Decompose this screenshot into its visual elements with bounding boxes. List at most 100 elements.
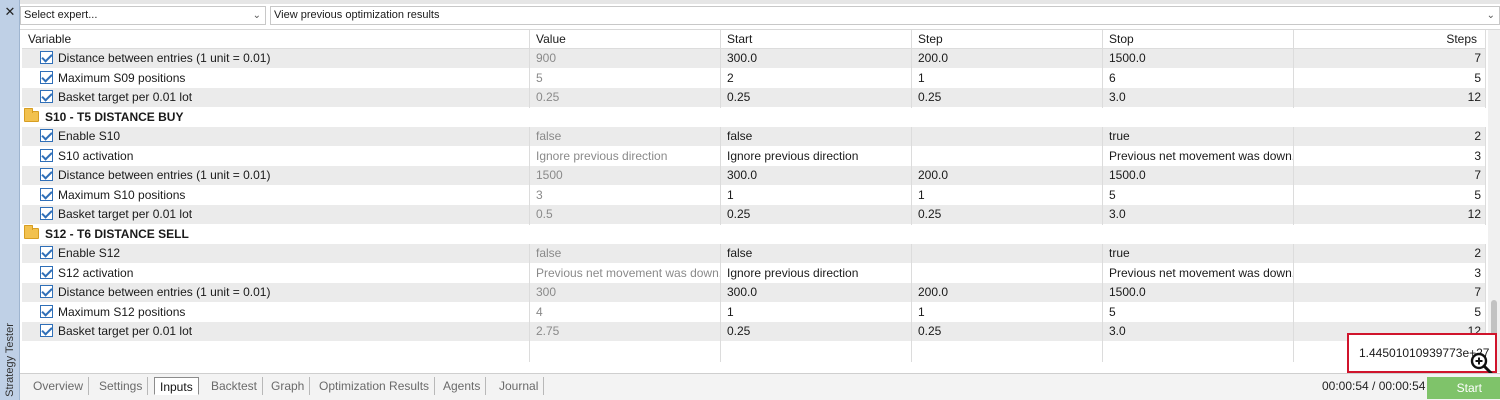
table-row[interactable]: Maximum S09 positions 5 2 1 6 5 (22, 68, 1486, 88)
table-row[interactable]: Distance between entries (1 unit = 0.01)… (22, 166, 1486, 186)
parameter-checkbox[interactable] (40, 187, 53, 201)
cell-start[interactable]: 300.0 (721, 166, 912, 186)
cell-steps[interactable]: 5 (1294, 68, 1486, 88)
parameter-checkbox[interactable] (40, 207, 53, 220)
cell-steps[interactable]: 7 (1294, 49, 1486, 69)
cell-value[interactable]: false (530, 244, 721, 264)
tab-backtest[interactable]: Backtest (206, 377, 264, 395)
cell-value[interactable]: 5 (530, 68, 721, 88)
cell-step[interactable]: 0.25 (912, 205, 1103, 225)
cell-steps[interactable]: 12 (1294, 205, 1486, 225)
table-row[interactable]: Maximum S10 positions 3 1 1 5 5 (22, 185, 1486, 205)
close-icon[interactable]: ✕ (3, 5, 17, 19)
cell-start[interactable]: 300.0 (721, 49, 912, 69)
cell-steps[interactable]: 7 (1294, 166, 1486, 186)
cell-stop[interactable]: 1500.0 (1103, 49, 1294, 69)
cell-start[interactable]: Ignore previous direction (721, 146, 912, 166)
cell-step[interactable]: 200.0 (912, 166, 1103, 186)
cell-step[interactable] (912, 146, 1103, 166)
table-row[interactable]: Distance between entries (1 unit = 0.01)… (22, 49, 1486, 69)
cell-start[interactable]: 2 (721, 68, 912, 88)
cell-stop[interactable]: 1500.0 (1103, 283, 1294, 303)
cell-step[interactable]: 1 (912, 302, 1103, 322)
cell-step[interactable]: 0.25 (912, 88, 1103, 108)
parameter-checkbox[interactable] (40, 168, 53, 181)
cell-stop[interactable]: 5 (1103, 185, 1294, 205)
table-row[interactable]: Maximum S12 positions 4 1 1 5 5 (22, 302, 1486, 322)
cell-value[interactable]: 300 (530, 283, 721, 303)
tab-journal[interactable]: Journal (494, 377, 545, 395)
cell-start[interactable]: 0.25 (721, 205, 912, 225)
cell-steps[interactable]: 7 (1294, 283, 1486, 303)
cell-start[interactable]: 0.25 (721, 322, 912, 342)
cell-stop[interactable]: 5 (1103, 302, 1294, 322)
tab-agents[interactable]: Agents (438, 377, 487, 395)
cell-value[interactable]: 2.75 (530, 322, 721, 342)
column-header-stop[interactable]: Stop (1103, 30, 1294, 49)
cell-steps[interactable]: 5 (1294, 185, 1486, 205)
column-header-value[interactable]: Value (530, 30, 721, 49)
parameter-checkbox[interactable] (40, 90, 53, 103)
cell-start[interactable]: false (721, 127, 912, 147)
cell-stop[interactable]: 3.0 (1103, 88, 1294, 108)
parameter-checkbox[interactable] (40, 304, 53, 318)
cell-stop[interactable]: true (1103, 127, 1294, 147)
table-row[interactable]: Basket target per 0.01 lot 0.5 0.25 0.25 3.0… (22, 205, 1486, 225)
previous-results-select[interactable]: View previous optimization results ⌄ (270, 6, 1500, 25)
tab-inputs[interactable]: Inputs (154, 377, 199, 395)
table-row[interactable]: Enable S12 false false true 2 (22, 244, 1486, 264)
zoom-in-icon[interactable] (1469, 351, 1493, 375)
column-header-start[interactable]: Start (721, 30, 912, 49)
cell-steps[interactable]: 3 (1294, 146, 1486, 166)
parameter-checkbox[interactable] (40, 148, 53, 162)
table-row[interactable]: Basket target per 0.01 lot 0.25 0.25 0.25 3.… (22, 88, 1486, 108)
cell-steps[interactable]: 5 (1294, 302, 1486, 322)
cell-value[interactable]: Previous net movement was down... (530, 263, 721, 283)
cell-steps[interactable]: 2 (1294, 127, 1486, 147)
parameter-group-row[interactable]: S12 - T6 DISTANCE SELL (22, 224, 1486, 244)
tab-optimization-results[interactable]: Optimization Results (314, 377, 436, 395)
cell-value[interactable]: 0.25 (530, 88, 721, 108)
cell-start[interactable]: 1 (721, 185, 912, 205)
cell-start[interactable]: Ignore previous direction (721, 263, 912, 283)
parameter-checkbox[interactable] (40, 246, 53, 259)
cell-stop[interactable]: 3.0 (1103, 205, 1294, 225)
cell-step[interactable] (912, 263, 1103, 283)
tab-settings[interactable]: Settings (94, 377, 149, 395)
cell-step[interactable]: 1 (912, 185, 1103, 205)
column-header-variable[interactable]: Variable (22, 30, 530, 49)
parameter-checkbox[interactable] (40, 285, 53, 298)
expert-select[interactable]: Select expert... ⌄ (20, 6, 266, 25)
cell-stop[interactable]: 3.0 (1103, 322, 1294, 342)
cell-start[interactable]: 300.0 (721, 283, 912, 303)
cell-value[interactable]: false (530, 127, 721, 147)
cell-value[interactable]: 4 (530, 302, 721, 322)
table-row[interactable]: Enable S10 false false true 2 (22, 127, 1486, 147)
tab-overview[interactable]: Overview (28, 377, 90, 395)
vertical-scrollbar[interactable] (1488, 30, 1500, 372)
cell-start[interactable]: 1 (721, 302, 912, 322)
table-row[interactable]: Distance between entries (1 unit = 0.01)… (22, 283, 1486, 303)
cell-steps[interactable]: 12 (1294, 88, 1486, 108)
cell-step[interactable]: 200.0 (912, 49, 1103, 69)
cell-stop[interactable]: Previous net movement was down... (1103, 146, 1294, 166)
cell-step[interactable]: 200.0 (912, 283, 1103, 303)
cell-value[interactable]: 0.5 (530, 205, 721, 225)
parameter-group-row[interactable]: S10 - T5 DISTANCE BUY (22, 107, 1486, 127)
parameter-checkbox[interactable] (40, 324, 53, 337)
cell-step[interactable]: 1 (912, 68, 1103, 88)
cell-step[interactable]: 0.25 (912, 322, 1103, 342)
cell-steps[interactable]: 2 (1294, 244, 1486, 264)
parameter-checkbox[interactable] (40, 129, 53, 142)
parameter-checkbox[interactable] (40, 265, 53, 279)
cell-value[interactable]: Ignore previous direction (530, 146, 721, 166)
parameter-checkbox[interactable] (40, 70, 53, 84)
tab-graph[interactable]: Graph (266, 377, 311, 395)
cell-stop[interactable]: Previous net movement was down... (1103, 263, 1294, 283)
column-header-step[interactable]: Step (912, 30, 1103, 49)
cell-value[interactable]: 3 (530, 185, 721, 205)
table-row[interactable]: S12 activation Previous net movement was … (22, 263, 1486, 283)
table-row[interactable]: Basket target per 0.01 lot 2.75 0.25 0.25 3.… (22, 322, 1486, 342)
table-row[interactable]: S10 activation Ignore previous direction I… (22, 146, 1486, 166)
cell-stop[interactable]: 6 (1103, 68, 1294, 88)
